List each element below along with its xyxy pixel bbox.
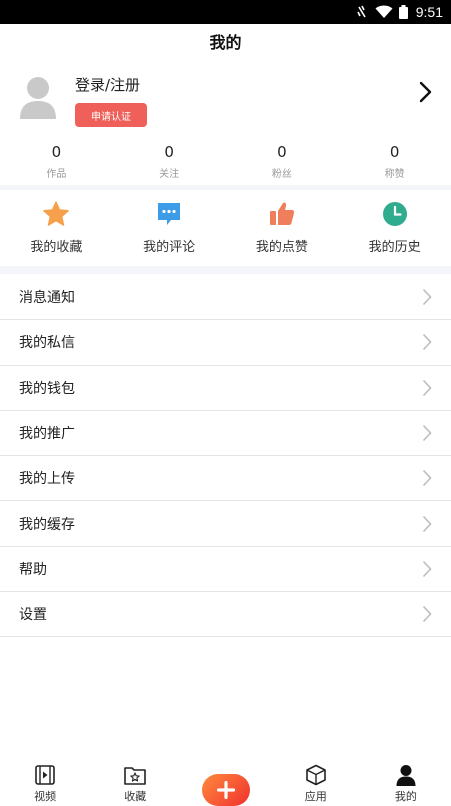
shortcut-likes[interactable]: 我的点赞 [226, 190, 339, 266]
battery-icon [398, 5, 408, 19]
wifi-icon [375, 5, 393, 18]
stat-label: 称赞 [384, 169, 405, 180]
status-bar: 9:51 [0, 0, 451, 24]
chevron-right-icon [422, 606, 432, 623]
login-register-link[interactable]: 登录/注册 [75, 74, 140, 95]
star-icon [43, 201, 70, 226]
tab-video[interactable]: 视频 [0, 756, 90, 806]
plus-icon [216, 781, 235, 799]
shortcut-favorites[interactable]: 我的收藏 [0, 190, 113, 266]
shortcut-label: 我的收藏 [30, 240, 83, 255]
shortcut-history[interactable]: 我的历史 [338, 190, 451, 266]
tab-label: 应用 [304, 790, 327, 803]
menu-item-help[interactable]: 帮助 [0, 547, 451, 593]
stat-value: 0 [164, 143, 174, 161]
stat-followers[interactable]: 0 粉丝 [226, 143, 339, 185]
avatar-icon[interactable] [18, 75, 58, 119]
menu-item-label: 我的缓存 [19, 516, 75, 533]
chevron-right-icon [422, 289, 432, 306]
apply-verification-button[interactable]: 申请认证 [75, 103, 147, 127]
status-time: 9:51 [415, 4, 443, 20]
comment-icon [158, 203, 181, 225]
stat-value: 0 [51, 143, 62, 161]
cube-icon [305, 764, 326, 786]
shortcut-row: 我的收藏 我的评论 我的点赞 我的历史 [0, 190, 451, 266]
settings-menu: 消息通知 我的私信 我的钱包 我的推广 我的上传 我的缓存 帮助 设置 [0, 275, 451, 638]
menu-item-wallet[interactable]: 我的钱包 [0, 366, 451, 411]
publish-button[interactable] [201, 774, 250, 806]
stat-label: 粉丝 [271, 169, 292, 180]
menu-item-label: 我的上传 [19, 471, 75, 488]
tab-label: 收藏 [124, 790, 147, 803]
tab-apps[interactable]: 应用 [271, 756, 361, 806]
chevron-right-icon [422, 515, 432, 532]
chevron-right-icon[interactable] [419, 81, 433, 103]
stat-value: 0 [389, 143, 400, 161]
menu-item-label: 我的钱包 [19, 380, 75, 397]
chevron-right-icon [422, 424, 432, 442]
menu-item-label: 设置 [19, 607, 47, 624]
stats-row: 0 作品 0 关注 0 粉丝 0 称赞 [0, 143, 451, 185]
menu-item-cache[interactable]: 我的缓存 [0, 501, 451, 547]
vibrate-off-icon [357, 5, 366, 18]
menu-item-label: 消息通知 [19, 290, 75, 307]
menu-item-label: 帮助 [19, 561, 47, 578]
shortcut-comments[interactable]: 我的评论 [113, 190, 226, 266]
tab-publish[interactable] [180, 756, 270, 806]
menu-item-notifications[interactable]: 消息通知 [0, 275, 451, 321]
video-icon [35, 765, 55, 785]
tab-label: 视频 [34, 790, 57, 803]
menu-item-uploads[interactable]: 我的上传 [0, 456, 451, 502]
thumbs-up-icon [269, 202, 295, 225]
folder-star-icon [124, 767, 147, 785]
tab-mine[interactable]: 我的 [361, 756, 451, 806]
menu-item-settings[interactable]: 设置 [0, 592, 451, 638]
shortcut-label: 我的点赞 [255, 240, 308, 255]
tab-favorites[interactable]: 收藏 [90, 756, 180, 806]
title-bar: 我的 [0, 24, 451, 58]
chevron-right-icon [422, 379, 432, 396]
stat-label: 作品 [46, 169, 67, 180]
menu-item-label: 我的推广 [19, 426, 75, 443]
shortcut-label: 我的评论 [143, 240, 196, 255]
stat-value: 0 [277, 143, 287, 161]
chevron-right-icon [422, 334, 432, 351]
menu-item-private-messages[interactable]: 我的私信 [0, 320, 451, 366]
menu-item-promotion[interactable]: 我的推广 [0, 411, 451, 457]
stat-likes[interactable]: 0 称赞 [338, 143, 451, 185]
chevron-right-icon [422, 560, 432, 577]
stat-label: 关注 [159, 169, 180, 180]
user-icon [396, 765, 416, 786]
profile-section[interactable]: 登录/注册 申请认证 [0, 58, 451, 138]
tab-label: 我的 [394, 790, 417, 803]
stat-works[interactable]: 0 作品 [0, 143, 113, 185]
clock-icon [382, 202, 407, 226]
shortcut-label: 我的历史 [368, 240, 421, 255]
page-title: 我的 [209, 33, 242, 52]
chevron-right-icon [422, 470, 432, 487]
menu-item-label: 我的私信 [19, 335, 75, 352]
stat-following[interactable]: 0 关注 [113, 143, 226, 185]
bottom-tab-bar: 视频 收藏 应用 我的 [0, 756, 451, 806]
section-divider [0, 266, 451, 274]
